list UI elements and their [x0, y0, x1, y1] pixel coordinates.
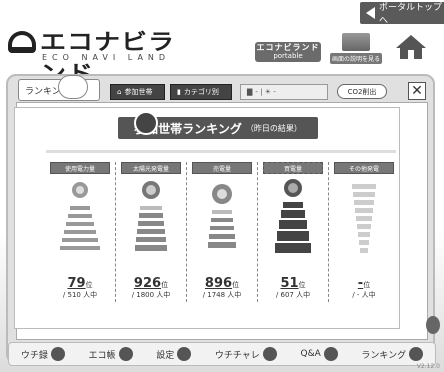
house-icon: ⌂: [117, 88, 122, 96]
portable-top-label: エコナビランド: [256, 43, 320, 52]
close-button[interactable]: ✕: [408, 82, 426, 100]
rank-unit: 位: [85, 281, 93, 289]
bottom-nav: ウチ録 エコ帳 設定 ウチチャレ Q&A ランキング: [8, 342, 436, 366]
chart-icon: ▇: [247, 88, 253, 96]
column-label: 売電量: [192, 162, 252, 174]
home-icon[interactable]: [394, 33, 428, 61]
description-image-icon: [342, 33, 370, 51]
crown-icon: [58, 75, 88, 99]
rank-value: 51位: [263, 272, 323, 291]
portal-top-link[interactable]: ポータルトップへ: [360, 2, 444, 26]
description-label: 画面の説明を見る: [330, 53, 382, 64]
rank-total: / 1748 人中: [202, 291, 242, 299]
buy-tower-icon: [275, 179, 311, 253]
co2-label: CO2削出: [347, 87, 377, 96]
nav-settings[interactable]: 設定: [156, 347, 192, 361]
other-tower-icon: [352, 184, 376, 253]
solar-tower-icon: [135, 181, 167, 251]
logo-icon: [8, 31, 36, 53]
rank-value: 926位: [121, 272, 181, 291]
tab-category[interactable]: ▮ カテゴリ別: [170, 84, 232, 100]
flag-icon: [262, 347, 277, 361]
tab-category-label: カテゴリ別: [183, 88, 219, 96]
rank-unit: 位: [232, 281, 240, 289]
logo-subtitle: ECO NAVI LAND: [42, 53, 171, 62]
ranking-column: 売電量 896位 / 1748 人中: [192, 162, 252, 312]
back-arrow-icon: [366, 7, 375, 19]
filter-tab[interactable]: ▇ - | ☀ -: [240, 84, 328, 100]
column-divider: [328, 162, 329, 302]
portable-button[interactable]: エコナビランド portable: [255, 42, 321, 62]
rank-total: / 1800 人中: [131, 291, 171, 299]
nav-settings-label: 設定: [156, 350, 175, 361]
rank-unit: 位: [363, 281, 371, 289]
column-divider: [186, 162, 187, 302]
filter-label: - | ☀ -: [255, 88, 276, 96]
rank-total: / - 人中: [352, 291, 376, 299]
notebook-icon: [118, 347, 133, 361]
rank-value: 79位: [50, 272, 110, 291]
ranking-column: 買電量 51位 / 607 人中: [263, 162, 323, 312]
wrench-icon: [177, 347, 192, 361]
rank-unit: 位: [298, 281, 306, 289]
nav-uchichare-label: ウチチャレ: [214, 350, 260, 361]
question-icon: [323, 347, 338, 361]
app-logo: エコナビランド ECO NAVI LAND: [8, 25, 198, 87]
nav-qa-label: Q&A: [300, 349, 321, 359]
ranking-column: 太陽光発電量 926位 / 1800 人中: [121, 162, 181, 312]
ranking-title-sub: （昨日の結果）: [245, 123, 302, 133]
nav-ecocho[interactable]: エコ帳: [89, 347, 133, 361]
portable-bottom-label: portable: [273, 52, 303, 60]
column-divider: [115, 162, 116, 302]
rank-value: -位: [334, 272, 394, 291]
ranking-column: 使用電力量 79位 / 510 人中: [50, 162, 110, 312]
nav-uchichare[interactable]: ウチチャレ: [215, 347, 277, 361]
tab-participants-label: 参加世帯: [124, 88, 153, 96]
nav-ecocho-label: エコ帳: [88, 350, 116, 361]
version-label: V2.12.0: [416, 363, 440, 370]
sell-tower-icon: [208, 184, 236, 248]
trophy-icon: [134, 111, 158, 135]
nav-ranking[interactable]: ランキング: [361, 347, 424, 361]
separator-line: [46, 150, 396, 153]
column-label: 使用電力量: [50, 162, 110, 174]
nav-uchiroku-label: ウチ録: [20, 350, 48, 361]
nav-ranking-label: ランキング: [361, 350, 407, 361]
bar-chart-icon: [50, 347, 65, 361]
portal-link-label: ポータルトップへ: [379, 3, 443, 26]
nav-uchiroku[interactable]: ウチ録: [21, 347, 65, 361]
column-label: 太陽光発電量: [121, 162, 181, 174]
column-label: その他発電: [334, 162, 394, 174]
screen-description-button[interactable]: 画面の説明を見る: [330, 33, 382, 64]
side-toggle-icon[interactable]: [426, 316, 440, 334]
column-label: 買電量: [263, 162, 323, 174]
rank-number: 896: [204, 276, 233, 291]
power-tower-icon: [60, 182, 100, 250]
tab-participants[interactable]: ⌂ 参加世帯: [110, 84, 165, 100]
rank-number: 51: [280, 276, 299, 291]
co2-button[interactable]: CO2削出: [337, 84, 387, 99]
rank-number: 926: [133, 276, 162, 291]
nav-qa[interactable]: Q&A: [300, 347, 338, 361]
rank-unit: 位: [161, 281, 169, 289]
person-icon: ▮: [177, 88, 181, 96]
rank-total: / 510 人中: [62, 291, 98, 299]
rank-value: 896位: [192, 272, 252, 291]
rank-number: 79: [67, 276, 86, 291]
crown-small-icon: [409, 347, 424, 361]
rank-total: / 607 人中: [275, 291, 311, 299]
column-divider: [257, 162, 258, 302]
ranking-column: その他発電 -位 / - 人中: [334, 162, 394, 312]
